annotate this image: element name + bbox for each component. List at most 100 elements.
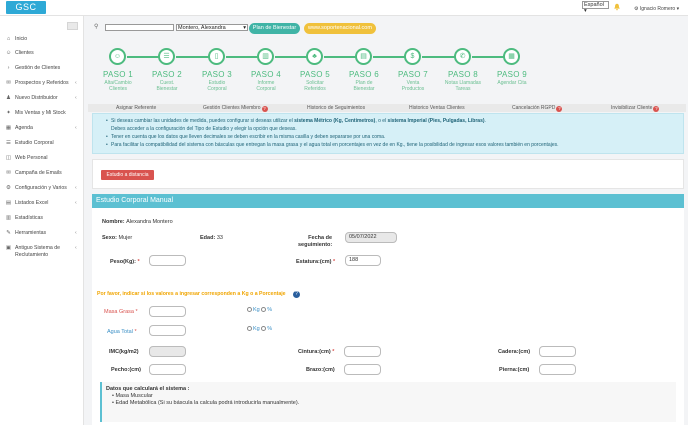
cadera-input[interactable] xyxy=(539,346,576,357)
step-title: PASO 7 xyxy=(397,70,429,79)
step-icon: ✆ xyxy=(454,48,471,65)
cintura-label: Cintura:(cm) * xyxy=(298,349,335,355)
cadera-label: Cadera:(cm) xyxy=(498,349,531,355)
help-icon[interactable]: ? xyxy=(556,106,563,112)
calc-item: • Masa Muscular xyxy=(112,393,153,399)
user-menu[interactable]: ⚙ Ignacio Romero ▾ xyxy=(634,6,679,12)
tab[interactable]: Cancelación RGPD? xyxy=(512,104,563,112)
sidebar-item-icon: ✉ xyxy=(6,80,11,86)
agua-total-input[interactable] xyxy=(149,325,186,336)
fecha-label-2: seguimiento: xyxy=(298,242,333,248)
step-icon: ▦ xyxy=(503,48,520,65)
step-subtitle: Corporal xyxy=(256,86,276,92)
app-logo[interactable]: GSC xyxy=(6,1,46,14)
tab[interactable]: Asignar Referente xyxy=(116,104,156,112)
chevron-left-icon: ‹ xyxy=(75,185,77,191)
brazo-input[interactable] xyxy=(344,364,381,375)
client-select-value: Montero, Alexandra xyxy=(178,25,226,31)
sidebar-item[interactable]: ✉ Campaña de Emails xyxy=(0,170,84,184)
percent-radio[interactable] xyxy=(261,326,267,331)
sidebar-item-icon: ▦ xyxy=(5,125,12,131)
help-icon[interactable]: ? xyxy=(653,106,660,112)
website-button[interactable]: www.soportenacional.com xyxy=(304,23,376,34)
sidebar-item-icon: ▣ xyxy=(5,245,12,251)
estatura-input[interactable]: 188 xyxy=(345,255,381,266)
sidebar-item[interactable]: ♟ Nuevo Distribuidor ‹ xyxy=(0,95,84,109)
percent-radio[interactable] xyxy=(261,307,267,312)
client-select[interactable]: Montero, Alexandra ▾ xyxy=(176,24,248,31)
step-subtitle: Bienestar xyxy=(156,86,178,92)
pecho-input[interactable] xyxy=(149,364,186,375)
sidebar-item[interactable]: ▦ Agenda ‹ xyxy=(0,125,84,139)
step-subtitle: Productos xyxy=(401,86,425,92)
help-icon[interactable]: ? xyxy=(261,106,268,112)
fecha-input[interactable]: 05/07/2022 xyxy=(345,232,397,243)
tab[interactable]: Gestión Clientes Miembro? xyxy=(203,104,268,112)
sidebar-item-label: Gestión de Clientes xyxy=(15,65,61,71)
chevron-left-icon: ‹ xyxy=(75,80,77,86)
client-tabs: Asignar Referente Gestión Clientes Miembr… xyxy=(88,104,686,112)
sidebar-item[interactable]: ✦ Mis Ventas y Mi Stock xyxy=(0,110,84,124)
step-icon: ☺ xyxy=(109,48,126,65)
sidebar-item-label: Nuevo Distribuidor xyxy=(15,95,58,101)
sidebar-item[interactable]: ⌂ Inicio xyxy=(0,36,84,50)
brazo-label: Brazo:(cm) xyxy=(306,367,335,373)
masa-grasa-input[interactable] xyxy=(149,306,186,317)
chevron-left-icon: ‹ xyxy=(75,230,77,236)
calc-item: • Edad Metabólica (Si su báscula la calc… xyxy=(112,400,300,406)
sidebar-item-label: Campaña de Emails xyxy=(15,170,62,176)
sidebar-item-icon: ✎ xyxy=(6,230,11,236)
sidebar-item-label: Mis Ventas y Mi Stock xyxy=(15,110,66,116)
step-icon: ☰ xyxy=(158,48,175,65)
sidebar-toggle-button[interactable] xyxy=(67,22,78,30)
sidebar-item-label: Herramientas xyxy=(15,230,47,236)
language-select[interactable]: Español ▾ xyxy=(582,1,609,14)
sidebar-item[interactable]: ✎ Herramientas ‹ xyxy=(0,230,84,244)
sidebar-item[interactable]: ▣ Antiguo Sistema de Reclutamiento ‹ xyxy=(0,245,84,259)
edad-label: Edad: 33 xyxy=(200,235,223,241)
tab[interactable]: Historico de Seguimientos xyxy=(307,104,365,112)
tab-label: Historico de Seguimientos xyxy=(307,105,366,111)
search-input[interactable] xyxy=(105,24,174,31)
tab[interactable]: Historico Ventas Clientes xyxy=(409,104,465,112)
step-title: PASO 2 xyxy=(151,70,183,79)
plan-bienestar-button[interactable]: Plan de Bienestar xyxy=(249,23,300,34)
pecho-label: Pecho:(cm) xyxy=(111,367,141,373)
kg-radio[interactable] xyxy=(247,326,252,331)
sidebar-item[interactable]: ☰ Estudio Corporal xyxy=(0,140,84,154)
sidebar: ⌂ Inicio ☺ Clientes › Gestión de Clientes ✉ Pro… xyxy=(0,16,84,425)
pierna-input[interactable] xyxy=(539,364,576,375)
kg-radio[interactable] xyxy=(247,307,252,312)
help-icon[interactable]: ? xyxy=(293,291,300,298)
sidebar-item-label: Listados Excel xyxy=(15,200,49,206)
tab-label: Cancelación RGPD xyxy=(512,105,556,111)
sidebar-item[interactable]: › Gestión de Clientes xyxy=(0,65,84,79)
imc-input xyxy=(149,346,186,357)
chevron-left-icon: ‹ xyxy=(75,200,77,206)
card-wrapper xyxy=(92,159,684,189)
study-form: Nombre: Alexandra Montero Sexo: Mujer Ed… xyxy=(92,208,684,425)
sidebar-item[interactable]: ✉ Prospectos y Referidos ‹ xyxy=(0,80,84,94)
agua-unit-radios: Kg % xyxy=(247,326,272,332)
sidebar-item[interactable]: ▥ Estadísticas xyxy=(0,215,84,229)
distance-study-button[interactable]: Estudio a distancia xyxy=(101,170,154,180)
sidebar-item-label: Estudio Corporal xyxy=(15,140,54,146)
sidebar-item[interactable]: ⚙ Configuración y Varios ‹ xyxy=(0,185,84,199)
sidebar-item[interactable]: ☺ Clientes xyxy=(0,50,84,64)
cintura-input[interactable] xyxy=(344,346,381,357)
sidebar-item[interactable]: ▤ Listados Excel ‹ xyxy=(0,200,84,214)
sidebar-item-label: Agenda xyxy=(15,125,33,131)
sidebar-item-icon: ▥ xyxy=(5,215,12,221)
sidebar-item-label: Estadísticas xyxy=(15,215,43,221)
tab[interactable]: Invisibilizar Cliente? xyxy=(611,104,660,112)
sidebar-item[interactable]: ◫ Web Personal xyxy=(0,155,84,169)
sidebar-item-label: Antiguo Sistema de xyxy=(15,245,60,251)
fecha-label-1: Fecha de xyxy=(308,235,332,241)
step-title: PASO 5 xyxy=(299,70,331,79)
bell-icon[interactable] xyxy=(613,3,621,11)
info-line-decimals: Tener en cuenta que los datos que lleven… xyxy=(111,134,386,140)
peso-input[interactable] xyxy=(149,255,186,266)
info-line-units: Si deseas cambiar las unidades de medida… xyxy=(111,118,486,124)
masa-grasa-label: Masa Grasa * xyxy=(104,309,138,315)
agua-total-label: Agua Total * xyxy=(107,329,137,335)
